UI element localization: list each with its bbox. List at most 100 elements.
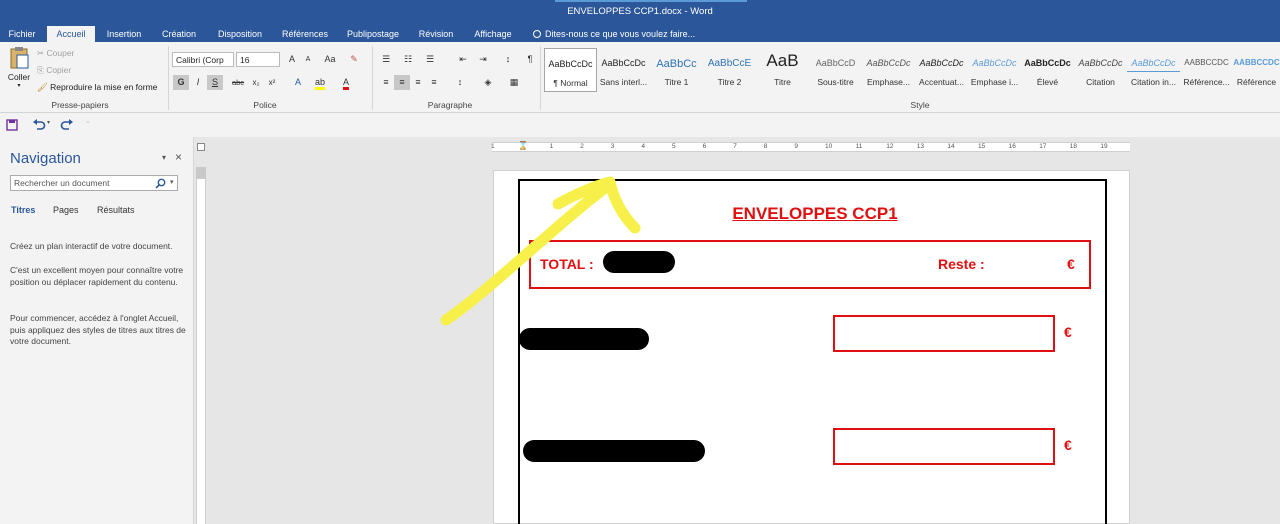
align-right-icon[interactable]: ≡ xyxy=(410,75,426,90)
style-quote[interactable]: AaBbCcDc Citation xyxy=(1074,48,1127,92)
style-preview: AaBbCcDc xyxy=(548,59,593,69)
tab-file[interactable]: Fichier xyxy=(2,26,42,42)
style-subtle-emphasis[interactable]: AaBbCcDc Emphase... xyxy=(862,48,915,92)
borders-icon[interactable]: ▦ xyxy=(506,75,522,90)
document-heading[interactable]: ENVELOPPES CCP1 xyxy=(700,204,930,224)
quick-access-toolbar: ▾ ⁼ xyxy=(0,113,1280,137)
paste-button[interactable]: Coller ▾ xyxy=(7,46,31,89)
ruler-number: 14 xyxy=(947,143,955,150)
chevron-down-icon[interactable]: ▾ xyxy=(170,178,174,186)
tab-references[interactable]: Références xyxy=(277,26,333,42)
style-name: Citation in... xyxy=(1131,77,1176,87)
format-painter-button[interactable]: 🖌 Reproduire la mise en forme xyxy=(37,82,157,93)
bold-button[interactable]: G xyxy=(173,75,189,90)
text-effects-icon[interactable]: A xyxy=(290,75,306,90)
ruler-number: 19 xyxy=(1100,143,1108,150)
style-name: Emphase i... xyxy=(970,77,1019,87)
line-spacing-icon[interactable]: ↕ xyxy=(452,75,468,90)
underline-button[interactable]: S xyxy=(207,75,223,90)
style-preview: AaBbCcE xyxy=(707,58,752,69)
chevron-down-icon[interactable]: ▾ xyxy=(47,119,50,126)
shading-icon[interactable]: ◈ xyxy=(480,75,496,90)
style-normal[interactable]: AaBbCcDc ¶ Normal xyxy=(544,48,597,92)
style-emphasis[interactable]: AaBbCcDc Accentuat... xyxy=(915,48,968,92)
numbering-icon[interactable]: ☷ xyxy=(400,52,416,67)
style-subtle-reference[interactable]: AABBCCDC Référence... xyxy=(1180,48,1233,92)
font-size-input[interactable]: 16 xyxy=(236,52,280,67)
search-icon[interactable] xyxy=(155,178,166,189)
ruler-number: 8 xyxy=(763,143,768,150)
document-search-input[interactable]: Rechercher un document xyxy=(10,175,178,191)
indent-marker[interactable]: ⌛ xyxy=(518,141,528,150)
align-center-icon[interactable]: ≡ xyxy=(394,75,410,90)
nav-tab-results[interactable]: Résultats xyxy=(97,205,135,215)
style-preview: AaBbCcDc xyxy=(1078,58,1123,68)
clipboard-icon xyxy=(10,47,29,69)
multilevel-list-icon[interactable]: ☰ xyxy=(422,52,438,67)
group-divider xyxy=(372,46,373,110)
customize-toolbar-icon[interactable]: ⁼ xyxy=(86,120,90,128)
ruler-number: 2 xyxy=(580,143,584,150)
strikethrough-button[interactable]: abc xyxy=(230,75,246,90)
style-name: Sous-titre xyxy=(817,77,854,87)
tab-review[interactable]: Révision xyxy=(412,26,460,42)
justify-icon[interactable]: ≡ xyxy=(426,75,442,90)
sort-icon[interactable]: ↕ xyxy=(500,52,516,67)
ruler-number: 3 xyxy=(610,143,615,150)
style-intense-reference[interactable]: AABBCCDC Référence xyxy=(1233,48,1280,92)
vertical-ruler-strip xyxy=(196,167,206,524)
style-name: Sans interl... xyxy=(599,77,648,87)
grow-font-button[interactable]: A xyxy=(284,52,300,67)
tab-mailings[interactable]: Publipostage xyxy=(342,26,404,42)
redo-icon[interactable] xyxy=(60,119,74,131)
nav-help-text: C'est un excellent moyen pour connaître … xyxy=(10,265,184,287)
style-preview: AaBbCcDc xyxy=(1024,58,1071,68)
style-strong[interactable]: AaBbCcDc Élevé xyxy=(1021,48,1074,92)
subscript-button[interactable]: x₂ xyxy=(248,75,264,90)
shrink-font-button[interactable]: A xyxy=(300,52,316,67)
tab-selector[interactable] xyxy=(197,143,205,151)
save-icon[interactable] xyxy=(6,119,18,131)
tab-design[interactable]: Création xyxy=(155,26,203,42)
style-subtitle[interactable]: AaBbCcD Sous-titre xyxy=(809,48,862,92)
redaction-mark xyxy=(523,440,705,462)
style-title[interactable]: AaB Titre xyxy=(756,48,809,92)
nav-tab-pages[interactable]: Pages xyxy=(53,205,79,215)
style-name: Référence xyxy=(1236,77,1277,87)
style-intense-quote[interactable]: AaBbCcDc Citation in... xyxy=(1127,48,1180,92)
style-preview: AaBbCcDc xyxy=(866,58,911,68)
bullets-icon[interactable]: ☰ xyxy=(378,52,394,67)
chevron-down-icon[interactable]: ▾ xyxy=(162,153,166,162)
align-left-icon[interactable]: ≡ xyxy=(378,75,394,90)
close-icon[interactable]: × xyxy=(175,150,182,164)
change-case-button[interactable]: Aa xyxy=(322,52,338,67)
clear-format-icon[interactable]: ✎ xyxy=(346,52,362,67)
undo-icon[interactable] xyxy=(32,119,46,131)
pilcrow-icon[interactable]: ¶ xyxy=(522,52,538,67)
ruler-number: 5 xyxy=(672,143,676,150)
tab-insert[interactable]: Insertion xyxy=(100,26,148,42)
style-heading-1[interactable]: AaBbCc Titre 1 xyxy=(650,48,703,92)
font-name-input[interactable]: Calibri (Corp xyxy=(172,52,234,67)
style-name: Titre 1 xyxy=(664,77,689,87)
copy-button[interactable]: ⎘ Copier xyxy=(37,65,71,76)
brush-icon: 🖌 xyxy=(37,82,48,93)
tell-me-text: Dites-nous ce que vous voulez faire... xyxy=(545,29,696,39)
style-intense-emphasis[interactable]: AaBbCcDc Emphase i... xyxy=(968,48,1021,92)
tab-home[interactable]: Accueil xyxy=(47,26,95,42)
superscript-button[interactable]: x² xyxy=(264,75,280,90)
style-heading-2[interactable]: AaBbCcE Titre 2 xyxy=(703,48,756,92)
tell-me-box[interactable]: Dites-nous ce que vous voulez faire... xyxy=(533,29,695,39)
tab-layout[interactable]: Disposition xyxy=(212,26,268,42)
cut-button[interactable]: ✂ Couper xyxy=(37,48,74,59)
tab-view[interactable]: Affichage xyxy=(468,26,518,42)
reste-label: Reste : xyxy=(938,256,985,272)
decrease-indent-icon[interactable]: ⇤ xyxy=(455,52,471,67)
yellow-arrow-annotation xyxy=(440,176,641,326)
style-no-spacing[interactable]: AaBbCcDc Sans interl... xyxy=(597,48,650,92)
highlight-icon[interactable]: ab xyxy=(312,75,328,90)
increase-indent-icon[interactable]: ⇥ xyxy=(475,52,491,67)
italic-button[interactable]: I xyxy=(190,75,206,90)
nav-tab-headings[interactable]: Titres xyxy=(11,205,35,215)
font-color-icon[interactable]: A xyxy=(338,75,354,90)
